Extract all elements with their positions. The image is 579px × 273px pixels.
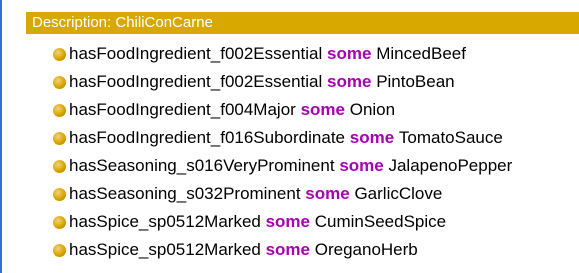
class-bullet-icon: [53, 131, 66, 145]
axiom-keyword: some: [349, 128, 395, 147]
class-bullet-icon: [53, 215, 66, 229]
axiom-property: hasFoodIngredient_f002Essential: [69, 72, 323, 91]
axiom-property: hasFoodIngredient_f002Essential: [69, 44, 323, 63]
class-bullet-icon: [53, 47, 66, 61]
class-bullet-icon: [53, 159, 66, 173]
axiom-row[interactable]: hasFoodIngredient_f002Essential some Pin…: [26, 68, 579, 96]
axiom-keyword: some: [300, 100, 345, 119]
axiom-keyword: some: [339, 156, 384, 175]
axiom-filler: JalapenoPepper: [388, 156, 513, 175]
axiom-row[interactable]: hasSpice_sp0512Marked some OreganoHerb: [26, 236, 579, 264]
axiom-filler: CuminSeedSpice: [314, 212, 447, 231]
axiom-row[interactable]: hasFoodIngredient_f004Major some Onion: [26, 96, 579, 124]
axiom-row[interactable]: hasFoodIngredient_f002Essential some Min…: [26, 40, 579, 68]
axiom-filler: GarlicClove: [354, 184, 443, 203]
class-bullet-icon: [53, 187, 66, 201]
axiom-filler: MincedBeef: [376, 44, 466, 63]
class-bullet-icon: [53, 75, 66, 89]
axiom-property: hasSeasoning_s032Prominent: [69, 184, 301, 203]
axiom-keyword: some: [265, 212, 311, 231]
axiom-filler: OreganoHerb: [314, 240, 418, 259]
axiom-property: hasSpice_sp0512Marked: [69, 212, 261, 231]
axiom-row[interactable]: hasSeasoning_s016VeryProminent some Jala…: [26, 152, 579, 180]
axiom-property: hasSeasoning_s016VeryProminent: [69, 156, 335, 175]
axiom-filler: PintoBean: [376, 72, 455, 91]
description-panel: Description: ChiliConCarne hasFoodIngred…: [0, 0, 579, 273]
axiom-keyword: some: [305, 184, 350, 203]
axiom-property: hasFoodIngredient_f004Major: [69, 100, 296, 119]
panel-title: Description: ChiliConCarne: [26, 12, 579, 34]
axiom-property: hasSpice_sp0512Marked: [69, 240, 261, 259]
axiom-list: hasFoodIngredient_f002Essential some Min…: [26, 40, 579, 264]
axiom-row[interactable]: hasFoodIngredient_f016Subordinate some T…: [26, 124, 579, 152]
axiom-property: hasFoodIngredient_f016Subordinate: [69, 128, 345, 147]
class-bullet-icon: [53, 243, 66, 257]
axiom-keyword: some: [327, 44, 372, 63]
window-left-border: [0, 0, 2, 273]
axiom-row[interactable]: hasSeasoning_s032Prominent some GarlicCl…: [26, 180, 579, 208]
axiom-keyword: some: [327, 72, 372, 91]
axiom-filler: TomatoSauce: [398, 128, 503, 147]
axiom-keyword: some: [265, 240, 311, 259]
class-bullet-icon: [53, 103, 66, 117]
axiom-filler: Onion: [349, 100, 396, 119]
axiom-row[interactable]: hasSpice_sp0512Marked some CuminSeedSpic…: [26, 208, 579, 236]
